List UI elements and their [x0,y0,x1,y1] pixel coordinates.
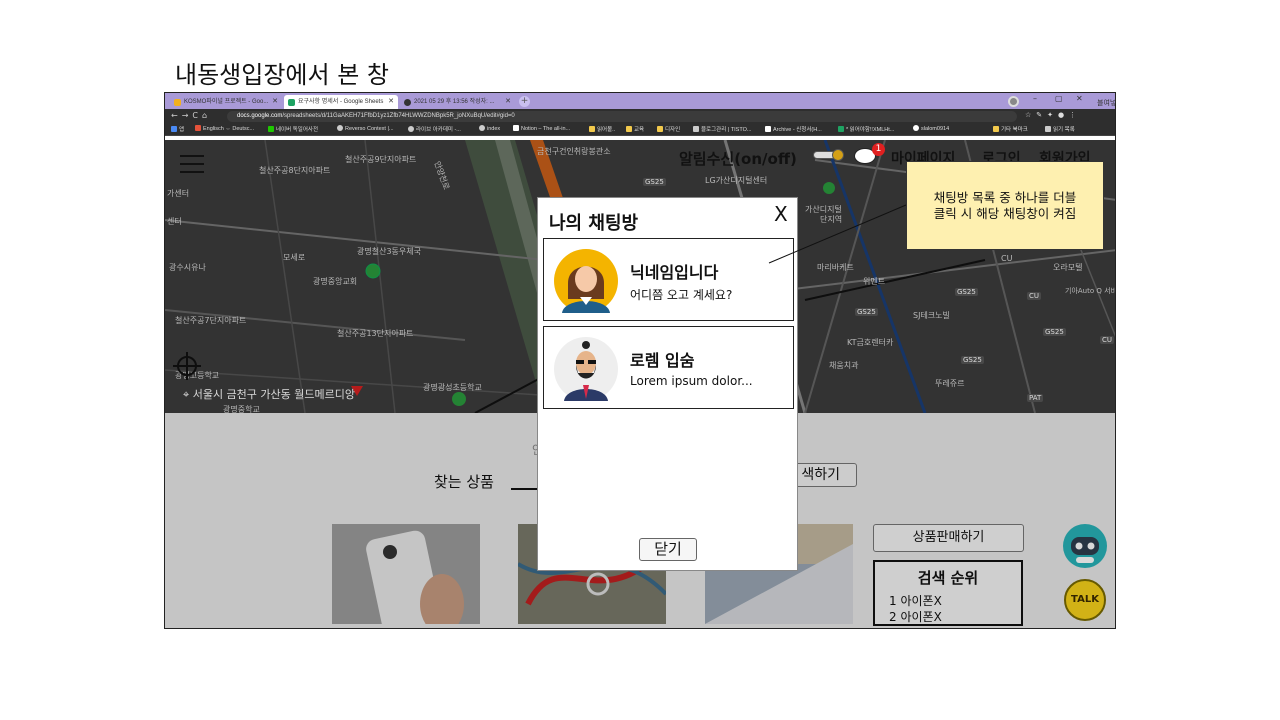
nav-buttons[interactable]: ←→C⌂ [171,111,211,120]
address-bar: ←→C⌂ docs.google.com/spreadsheets/d/11Ga… [165,109,1115,124]
bookmark-item[interactable]: 읽어볼.. [589,125,615,133]
menu-icon[interactable] [180,155,204,173]
bookmark-item[interactable]: 디자인 [657,125,680,133]
sheets-icon [288,99,295,106]
bookmark-item[interactable]: 교육 [626,125,644,133]
chat-name: 로렘 입숨 [630,351,695,370]
tab-close-icon[interactable]: ✕ [388,95,394,109]
github-icon [404,99,411,106]
my-chatroom-modal: 나의 채팅방 X 닉네임입니다 어디쯤 오고 계세요? 로렘 입숨 Lorem … [537,197,798,571]
bookmark-item[interactable]: 블로그관리 | TISTO... [693,125,751,133]
drive-icon [174,99,181,106]
maximize-button[interactable]: ▢ [1055,94,1063,103]
avatar [554,249,618,313]
new-tab-button[interactable]: + [519,96,530,107]
callout-line: 채팅방 목록 중 하나를 더블 [933,190,1077,205]
url-field[interactable]: docs.google.com/spreadsheets/d/11GaAKEH7… [227,111,1017,122]
bookmark-item[interactable]: slalom0914 [913,125,949,132]
close-window-button[interactable]: ✕ [1076,94,1083,103]
annotation-callout: 채팅방 목록 중 하나를 더블 클릭 시 해당 채팅창이 켜짐 [906,161,1104,250]
bookmark-item[interactable]: 읽기 목록 [1045,125,1075,133]
notification-toggle-label: 알림수신(on/off) [679,150,797,168]
tab-close-icon[interactable]: ✕ [505,95,511,109]
avatar [554,337,618,401]
tab-kosmo[interactable]: KOSMO파이널 프로젝트 - Goo... ✕ [170,95,282,109]
chat-last-message: 어디쯤 오고 계세요? [630,288,733,302]
bookmark-item[interactable]: Notion – The all-in... [513,125,570,132]
bookmark-item[interactable]: Englisch ⇔ Deutsc... [195,125,254,132]
chat-last-message: Lorem ipsum dolor... [630,374,753,388]
notification-toggle[interactable] [813,149,844,161]
close-icon[interactable]: X [774,202,788,226]
callout-line: 클릭 시 해당 채팅창이 켜짐 [933,206,1077,221]
bookmark-item[interactable]: * 읽어야함!!XMLHt... [838,125,894,133]
bookmark-item[interactable]: 기타 북마크 [993,125,1028,133]
bookmarks-bar: 앱 Englisch ⇔ Deutsc... 네이버 독일어사전 Reverso… [165,124,1115,136]
profile-avatar[interactable] [1008,96,1019,107]
chatroom-item[interactable]: 로렘 입숨 Lorem ipsum dolor... [543,326,794,409]
tab-close-icon[interactable]: ✕ [272,95,278,109]
side-panel-label: 블여넣 [1097,99,1117,107]
bookmark-item[interactable]: 네이버 독일어사전 [268,125,318,133]
tab-bar: KOSMO파이널 프로젝트 - Goo... ✕ 요구사항 명세서 - Goog… [165,93,1115,109]
bookmark-item[interactable]: 앱 [171,125,184,133]
slide-title: 내동생입장에서 본 창 [175,61,389,89]
chat-name: 닉네임입니다 [630,263,719,282]
modal-title: 나의 채팅방 [549,213,639,234]
tab-github[interactable]: 2021 05 29 후 13:56 작성자: ... ✕ [400,95,515,109]
toggle-knob [832,149,844,161]
tab-requirements[interactable]: 요구사항 명세서 - Google Sheets ✕ [284,95,398,109]
chat-count-badge: 1 [872,143,885,156]
bookmark-item[interactable]: Archive - 신청서(H... [765,125,822,133]
bookmark-item[interactable]: index [479,125,500,132]
extension-icons[interactable]: ☆✎✦●⋮ [1025,111,1081,119]
bookmark-item[interactable]: Reverso Context |... [337,125,394,132]
close-button[interactable]: 닫기 [639,538,697,561]
bookmark-item[interactable]: 라이브 아카데미 -... [408,125,461,133]
minimize-button[interactable]: – [1033,94,1037,103]
chatroom-item[interactable]: 닉네임입니다 어디쯤 오고 계세요? [543,238,794,321]
